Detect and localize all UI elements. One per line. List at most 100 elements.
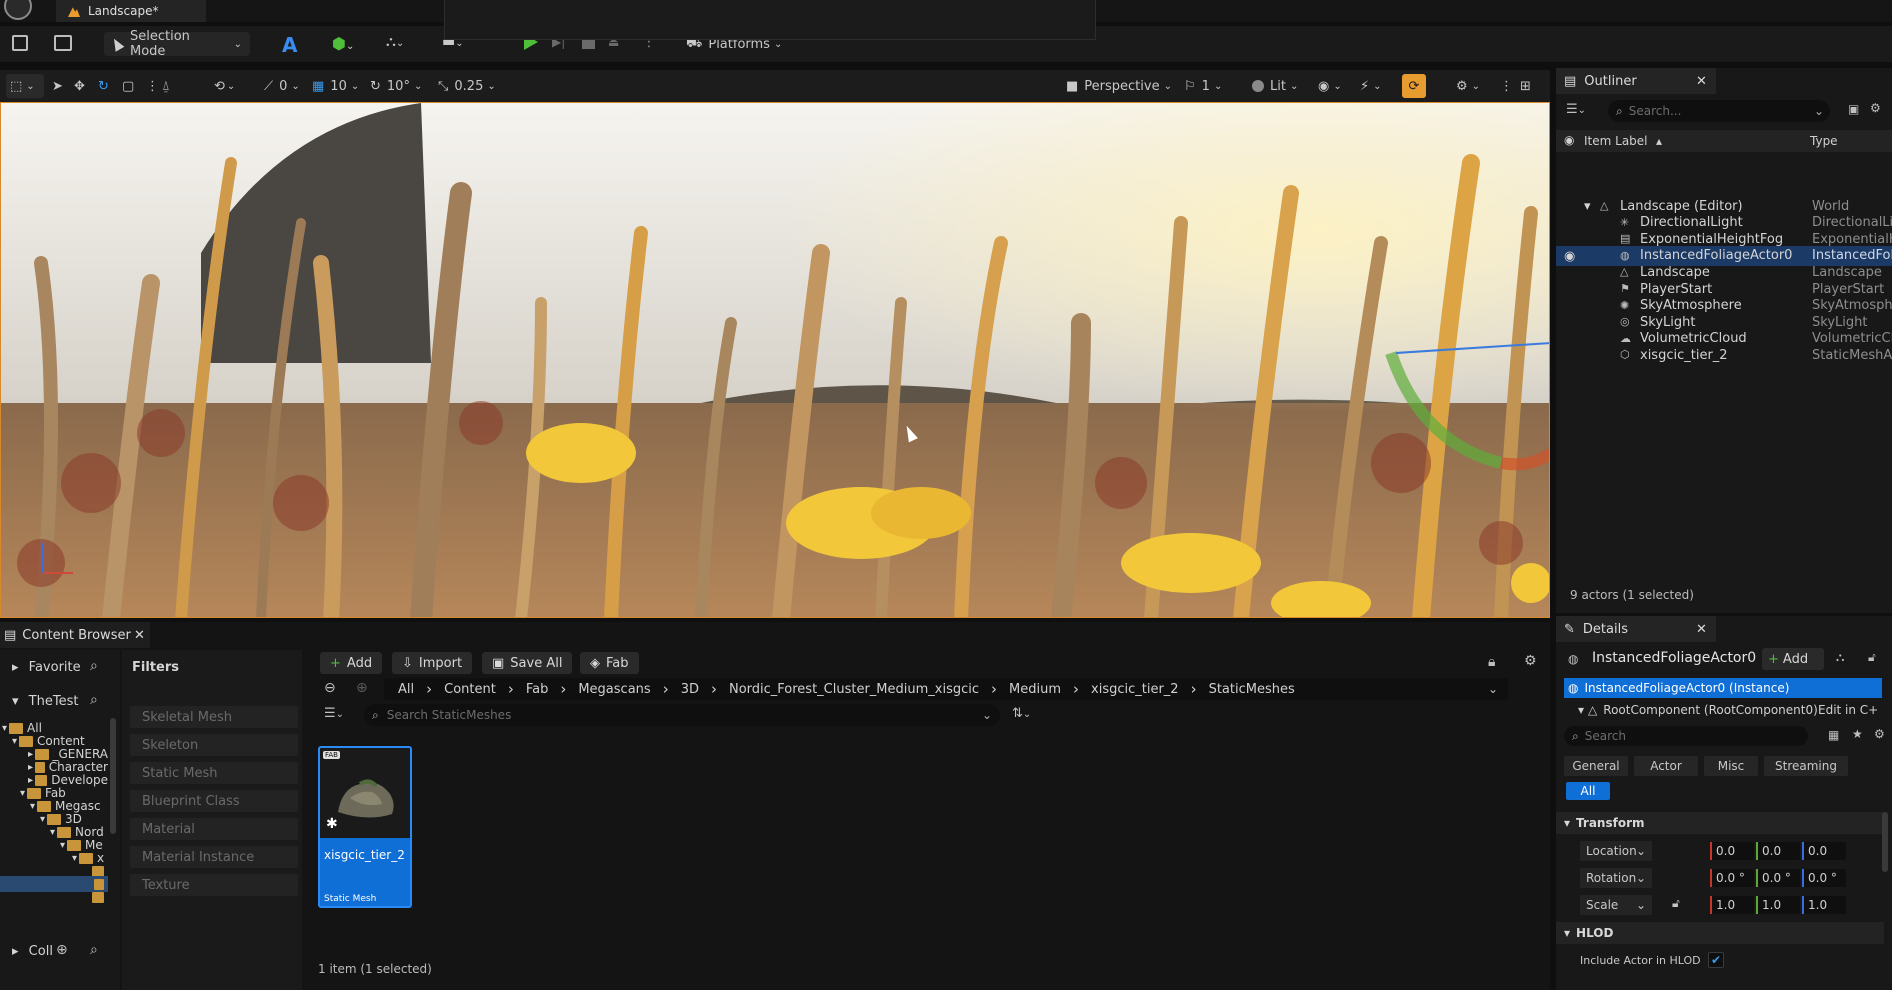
component-instance-row[interactable]: ◍ InstancedFoliageActor0 (Instance) — [1564, 678, 1882, 698]
rotation-snap-toggle[interactable]: ↻ 10° ⌄ — [370, 74, 422, 98]
lock-icon[interactable]: 🔒︎ — [1488, 654, 1495, 670]
filter-icon[interactable]: ☰⌄ — [1566, 102, 1586, 117]
property-matrix-icon[interactable]: ▦ — [1828, 728, 1839, 742]
content-browser-tab[interactable]: ▤ Content Browser ✕ — [0, 622, 150, 648]
history-forward-icon[interactable]: ⊕ — [356, 680, 368, 696]
kebab-menu-icon[interactable]: ⋮ — [1500, 74, 1513, 98]
col-item-label[interactable]: Item Label — [1584, 134, 1648, 148]
show-eye-icon[interactable]: ◉ ⌄ — [1318, 74, 1342, 98]
scale-z-field[interactable]: 1.0 — [1802, 896, 1846, 914]
realtime-toggle-icon[interactable]: ⟳ — [1402, 74, 1426, 98]
settings-gear-icon[interactable]: ⚙ — [1870, 101, 1881, 115]
camera-speed-button[interactable]: ⚐ 1 ⌄ — [1184, 74, 1222, 98]
save-icon[interactable] — [12, 35, 28, 51]
breadcrumb-item[interactable]: All — [398, 682, 414, 697]
breadcrumb-separator-icon[interactable]: › — [1191, 680, 1197, 698]
rotation-z-field[interactable]: 0.0 ° — [1802, 869, 1846, 887]
outliner-tab[interactable]: ▤ Outliner ✕ — [1556, 68, 1716, 94]
blueprint-icon[interactable]: ⛬⌄ — [386, 34, 420, 52]
actor-name[interactable]: InstancedFoliageActor0 — [1592, 650, 1756, 666]
import-button[interactable]: ⇩ Import — [392, 652, 473, 674]
location-z-field[interactable]: 0.0 — [1802, 842, 1846, 860]
scale-y-field[interactable]: 1.0 — [1756, 896, 1800, 914]
selection-mode-button[interactable]: Selection Mode ⌄ — [104, 29, 250, 59]
asset-tile[interactable]: FAB ✱ xisgcic_tier_2 Static Mesh — [318, 746, 412, 908]
grid-snap-toggle[interactable]: ▦ 10 ⌄ — [312, 74, 359, 98]
search-icon[interactable]: ⌕ — [90, 692, 98, 708]
details-tab[interactable]: ✎ Details ✕ — [1556, 616, 1716, 642]
breadcrumb-separator-icon[interactable]: › — [1073, 680, 1079, 698]
scale-icon[interactable]: ▢ — [122, 74, 134, 98]
rotate-icon[interactable]: ↻ — [98, 74, 109, 98]
add-component-button[interactable]: + Add — [1762, 648, 1824, 670]
include-hlod-checkbox[interactable]: ✔ — [1708, 952, 1724, 968]
breadcrumb-item[interactable]: 3D — [681, 682, 699, 697]
breadcrumb-item[interactable]: xisgcic_tier_2 — [1091, 682, 1179, 697]
filter-chip-actor[interactable]: Actor — [1634, 756, 1698, 776]
breadcrumb-item[interactable]: Fab — [526, 682, 549, 697]
surface-snap-icon[interactable]: ⍙ — [162, 74, 170, 98]
angle-snap-toggle[interactable]: ⟋ 0 ⌄ — [264, 74, 300, 98]
details-scrollbar[interactable] — [1882, 812, 1888, 872]
favorite-section[interactable]: ▸ Favorite — [12, 660, 81, 675]
save-all-button[interactable]: ▣ Save All — [482, 652, 573, 674]
search-icon[interactable]: ⌕ — [90, 942, 98, 958]
unreal-logo-icon[interactable] — [4, 0, 32, 20]
search-icon[interactable]: ⌕ — [90, 658, 98, 674]
transform-mode-button[interactable]: ⬚ ⌄ — [6, 74, 44, 98]
add-button[interactable]: + Add — [320, 652, 383, 674]
root-component-row[interactable]: ▾ △ RootComponent (RootComponent0) Edit … — [1564, 700, 1892, 720]
details-search-input[interactable]: ⌕ Search — [1564, 726, 1808, 746]
modeling-icon[interactable]: A — [282, 33, 297, 57]
level-viewport[interactable] — [0, 102, 1550, 618]
filter-texture[interactable]: Texture — [130, 874, 298, 896]
add-actor-icon[interactable]: ⬢⌄ — [332, 34, 354, 53]
location-dropdown[interactable]: Location ⌄ — [1580, 841, 1652, 861]
scale-x-field[interactable]: 1.0 — [1710, 896, 1754, 914]
filter-all-chip[interactable]: All — [1566, 782, 1610, 800]
favorite-star-icon[interactable]: ★ — [1852, 727, 1863, 741]
chevron-down-icon[interactable]: ▾ — [1584, 199, 1598, 214]
level-tab[interactable]: Landscape* — [56, 0, 206, 22]
scale-lock-icon[interactable]: 🔓︎ — [1672, 896, 1680, 911]
col-type[interactable]: Type — [1810, 134, 1838, 148]
breadcrumb-separator-icon[interactable]: › — [508, 680, 514, 698]
scale-dropdown[interactable]: Scale ⌄ — [1580, 895, 1652, 915]
tree-subfolder[interactable] — [92, 889, 108, 905]
outliner-row[interactable]: ⬡ xisgcic_tier_2 StaticMeshAc — [1556, 345, 1892, 365]
filter-skeleton[interactable]: Skeleton — [130, 734, 298, 756]
add-folder-icon[interactable]: ▣ — [1848, 102, 1859, 116]
filter-dropdown-icon[interactable]: ☰⌄ — [324, 706, 344, 721]
breadcrumb-separator-icon[interactable]: › — [711, 680, 717, 698]
breadcrumb-separator-icon[interactable]: › — [991, 680, 997, 698]
location-y-field[interactable]: 0.0 — [1756, 842, 1800, 860]
settings-gear-icon[interactable]: ⚙ — [1874, 727, 1885, 741]
folder-tree-scrollbar[interactable] — [110, 718, 116, 834]
breadcrumb-separator-icon[interactable]: › — [560, 680, 566, 698]
breadcrumb-item[interactable]: Nordic_Forest_Cluster_Medium_xisgcic — [729, 682, 979, 697]
filter-material[interactable]: Material — [130, 818, 298, 840]
breadcrumb-item[interactable]: Medium — [1009, 682, 1061, 697]
fab-button[interactable]: ◈ Fab — [580, 652, 639, 674]
history-back-icon[interactable]: ⊖ — [324, 680, 336, 696]
filter-chip-general[interactable]: General — [1564, 756, 1628, 776]
project-section[interactable]: ▾ TheTest — [12, 694, 78, 709]
content-icon[interactable] — [54, 35, 72, 51]
performance-icon[interactable]: ⚡ ⌄ — [1360, 74, 1382, 98]
rotation-dropdown[interactable]: Rotation ⌄ — [1580, 868, 1652, 888]
edit-in-cpp-link[interactable]: Edit in C+ — [1818, 703, 1878, 717]
filter-skeletal-mesh[interactable]: Skeletal Mesh — [130, 706, 298, 728]
select-arrow-icon[interactable]: ➤ — [52, 74, 63, 98]
outliner-search-input[interactable]: ⌕ Search... ⌄ — [1608, 100, 1830, 122]
filter-static-mesh[interactable]: Static Mesh — [130, 762, 298, 784]
transform-section-header[interactable]: ▾ Transform — [1556, 812, 1884, 834]
hlod-section-header[interactable]: ▾ HLOD — [1556, 922, 1884, 944]
breadcrumb-separator-icon[interactable]: › — [663, 680, 669, 698]
lit-button[interactable]: Lit ⌄ — [1252, 74, 1298, 98]
filter-blueprint-class[interactable]: Blueprint Class — [130, 790, 298, 812]
settings-gear-icon[interactable]: ⚙ ⌄ — [1456, 74, 1480, 98]
local-world-icon[interactable]: ⟲ ⌄ — [214, 74, 235, 98]
breadcrumb-item[interactable]: StaticMeshes — [1209, 682, 1295, 697]
breadcrumb-item[interactable]: Content — [444, 682, 496, 697]
layout-icon[interactable]: ⊞ — [1520, 74, 1531, 98]
